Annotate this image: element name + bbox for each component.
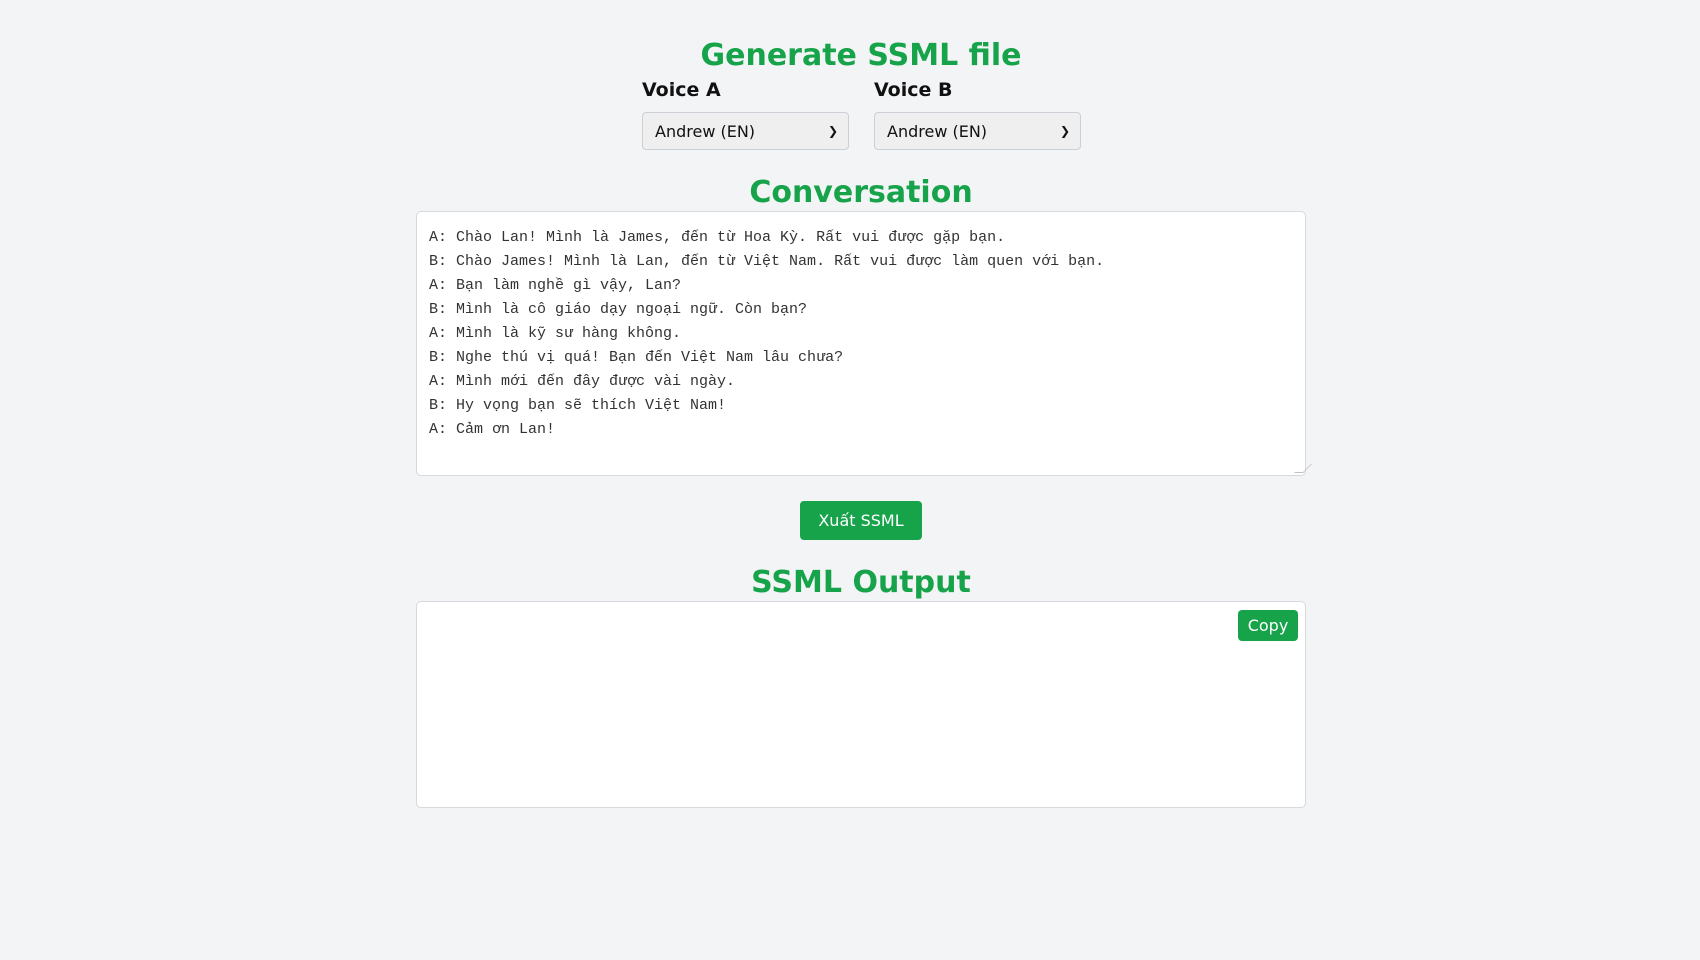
chevron-down-icon: ❯	[1059, 124, 1071, 138]
conversation-line: B: Hy vọng bạn sẽ thích Việt Nam!	[429, 397, 727, 414]
voice-a-value: Andrew (EN)	[655, 121, 756, 141]
conversation-line: A: Mình mới đến đây được vài ngày.	[429, 373, 736, 390]
resize-handle[interactable]	[1294, 464, 1312, 473]
conversation-line: A: Chào Lan! Mình là James, đến từ Hoa K…	[429, 229, 1006, 246]
conversation-line: B: Nghe thú vị quá! Bạn đến Việt Nam lâu…	[429, 349, 844, 366]
voice-a-label: Voice A	[642, 79, 721, 101]
page-title: Generate SSML file	[700, 38, 1022, 73]
voice-b-value: Andrew (EN)	[887, 121, 988, 141]
conversation-line: B: Mình là cô giáo dạy ngoại ngữ. Còn bạ…	[429, 301, 808, 318]
chevron-down-icon: ❯	[827, 124, 839, 138]
voice-b-label: Voice B	[874, 79, 953, 101]
voice-a-select[interactable]: Andrew (EN) ❯	[642, 112, 849, 150]
ssml-output-box[interactable]: Copy	[416, 601, 1306, 808]
conversation-line: B: Chào James! Mình là Lan, đến từ Việt …	[429, 253, 1105, 270]
conversation-textarea[interactable]: A: Chào Lan! Mình là James, đến từ Hoa K…	[416, 211, 1312, 476]
conversation-heading: Conversation	[749, 175, 973, 210]
conversation-line: A: Bạn làm nghề gì vậy, Lan?	[429, 277, 682, 294]
export-ssml-button[interactable]: Xuất SSML	[800, 501, 922, 540]
voice-b-select[interactable]: Andrew (EN) ❯	[874, 112, 1081, 150]
conversation-line: A: Mình là kỹ sư hàng không.	[429, 325, 682, 342]
conversation-line: A: Cảm ơn Lan!	[429, 421, 556, 438]
copy-button[interactable]: Copy	[1238, 610, 1298, 641]
ssml-output-heading: SSML Output	[751, 565, 971, 600]
